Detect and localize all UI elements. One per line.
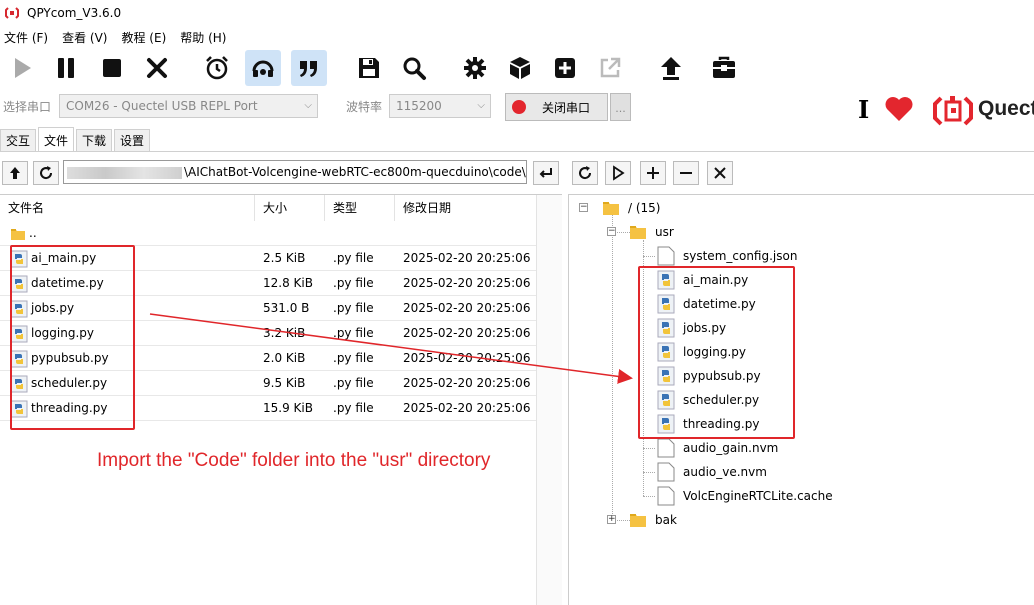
arrow-annotation xyxy=(149,313,633,384)
arrow-line xyxy=(149,313,633,384)
